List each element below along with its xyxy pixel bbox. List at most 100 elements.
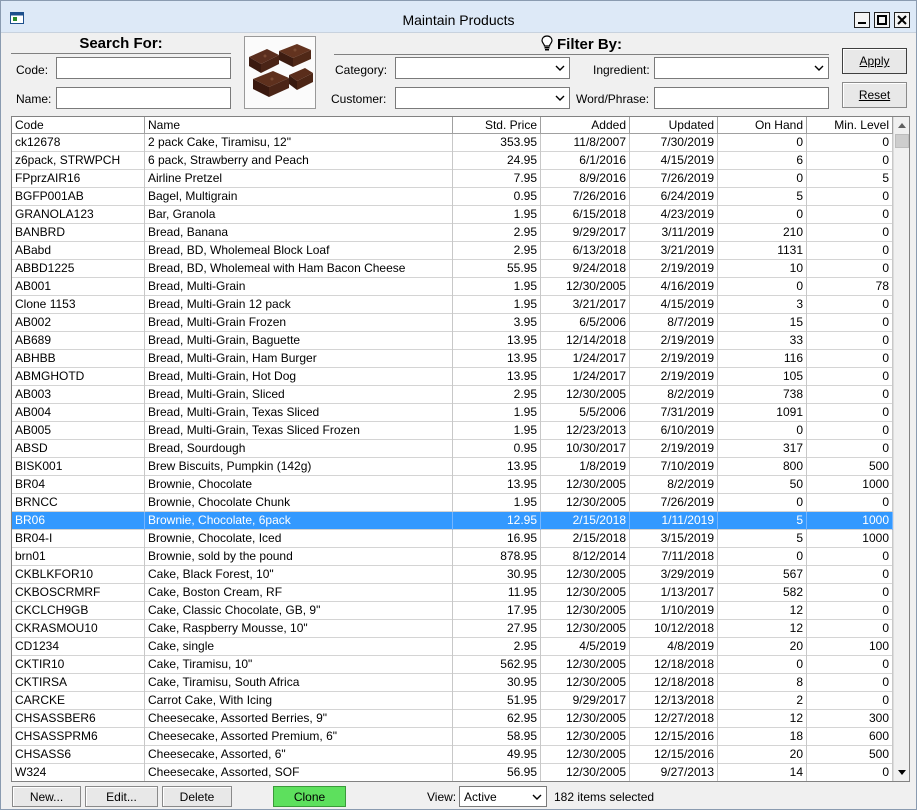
table-row[interactable]: ABabd Bread, BD, Wholemeal Block Loaf 2.95…	[12, 242, 893, 260]
scroll-down-icon[interactable]	[894, 764, 910, 781]
table-row[interactable]: CKTIRSA Cake, Tiramisu, South Africa 30.95…	[12, 674, 893, 692]
table-row[interactable]: BR04 Brownie, Chocolate 13.95 12/30/2005 8/2…	[12, 476, 893, 494]
cell-min-level: 1000	[807, 530, 893, 548]
cell-name: Cake, Classic Chocolate, GB, 9"	[145, 602, 453, 620]
cell-std-price: 17.95	[453, 602, 541, 620]
cell-updated: 3/21/2019	[630, 242, 718, 260]
cell-std-price: 27.95	[453, 620, 541, 638]
column-header-code[interactable]: Code	[12, 117, 145, 134]
cell-std-price: 2.95	[453, 386, 541, 404]
table-row[interactable]: CKBLKFOR10 Cake, Black Forest, 10" 30.95 12…	[12, 566, 893, 584]
cell-code: Clone 1153	[12, 296, 145, 314]
vertical-scrollbar[interactable]	[893, 117, 910, 781]
table-row[interactable]: ck12678 2 pack Cake, Tiramisu, 12" 353.95 1…	[12, 134, 893, 152]
table-row[interactable]: ABMGHOTD Bread, Multi-Grain, Hot Dog 13.95…	[12, 368, 893, 386]
table-row[interactable]: CKCLCH9GB Cake, Classic Chocolate, GB, 9"…	[12, 602, 893, 620]
table-row[interactable]: BR04-I Brownie, Chocolate, Iced 16.95 2/15/…	[12, 530, 893, 548]
table-row[interactable]: AB005 Bread, Multi-Grain, Texas Sliced Fr…	[12, 422, 893, 440]
cell-std-price: 51.95	[453, 692, 541, 710]
column-header-updated[interactable]: Updated	[630, 117, 718, 134]
cell-min-level: 0	[807, 566, 893, 584]
cell-std-price: 2.95	[453, 242, 541, 260]
cell-code: ABBD1225	[12, 260, 145, 278]
table-row[interactable]: z6pack, STRWPCH 6 pack, Strawberry and Pe…	[12, 152, 893, 170]
table-row[interactable]: AB002 Bread, Multi-Grain Frozen 3.95 6/5/20…	[12, 314, 893, 332]
cell-added: 6/15/2018	[541, 206, 630, 224]
table-row[interactable]: BANBRD Bread, Banana 2.95 9/29/2017 3/11/201…	[12, 224, 893, 242]
table-row[interactable]: FPprzAIR16 Airline Pretzel 7.95 8/9/2016 7/2…	[12, 170, 893, 188]
cell-std-price: 30.95	[453, 674, 541, 692]
scroll-thumb[interactable]	[895, 134, 909, 148]
table-row[interactable]: CD1234 Cake, single 2.95 4/5/2019 4/8/2019 20…	[12, 638, 893, 656]
table-row[interactable]: ABHBB Bread, Multi-Grain, Ham Burger 13.95…	[12, 350, 893, 368]
cell-std-price: 3.95	[453, 314, 541, 332]
table-row[interactable]: CARCKE Carrot Cake, With Icing 51.95 9/29/2…	[12, 692, 893, 710]
table-row[interactable]: ABSD Bread, Sourdough 0.95 10/30/2017 2/19/2…	[12, 440, 893, 458]
column-header-min-level[interactable]: Min. Level	[807, 117, 893, 134]
word-phrase-input[interactable]	[654, 87, 829, 109]
table-row[interactable]: CHSASS6 Cheesecake, Assorted, 6" 49.95 12/3…	[12, 746, 893, 764]
cell-added: 6/5/2006	[541, 314, 630, 332]
edit-button[interactable]: Edit...	[85, 786, 158, 807]
cell-added: 9/29/2017	[541, 692, 630, 710]
table-row[interactable]: ABBD1225 Bread, BD, Wholemeal with Ham Ba…	[12, 260, 893, 278]
cell-code: BGFP001AB	[12, 188, 145, 206]
view-select[interactable]: Active	[459, 786, 547, 807]
table-row[interactable]: brn01 Brownie, sold by the pound 878.95 8/1…	[12, 548, 893, 566]
title-bar[interactable]: Maintain Products	[1, 1, 916, 33]
products-table[interactable]: Code Name Std. Price Added Updated On Ha…	[11, 116, 910, 782]
maximize-button[interactable]	[874, 12, 890, 28]
cell-min-level: 0	[807, 224, 893, 242]
table-row[interactable]: W324 Cheesecake, Assorted, SOF 56.95 12/30/…	[12, 764, 893, 781]
code-search-input[interactable]	[56, 57, 231, 79]
cell-added: 12/30/2005	[541, 746, 630, 764]
cell-name: Bread, Banana	[145, 224, 453, 242]
table-row[interactable]: CHSASSPRM6 Cheesecake, Assorted Premium, …	[12, 728, 893, 746]
table-row[interactable]: CKBOSCRMRF Cake, Boston Cream, RF 11.95 12/…	[12, 584, 893, 602]
cell-name: Cheesecake, Assorted Premium, 6"	[145, 728, 453, 746]
table-row[interactable]: Clone 1153 Bread, Multi-Grain 12 pack 1.95…	[12, 296, 893, 314]
reset-button[interactable]: Reset	[842, 82, 907, 108]
maximize-icon	[877, 15, 887, 25]
column-header-on-hand[interactable]: On Hand	[718, 117, 807, 134]
customer-select[interactable]	[395, 87, 570, 109]
cell-std-price: 2.95	[453, 638, 541, 656]
table-row[interactable]: AB004 Bread, Multi-Grain, Texas Sliced 1.9…	[12, 404, 893, 422]
scroll-up-icon[interactable]	[894, 117, 910, 134]
column-header-std-price[interactable]: Std. Price	[453, 117, 541, 134]
table-row[interactable]: CKRASMOU10 Cake, Raspberry Mousse, 10" 27.…	[12, 620, 893, 638]
clone-button[interactable]: Clone	[273, 786, 346, 807]
category-select[interactable]	[395, 57, 570, 79]
cell-on-hand: 0	[718, 422, 807, 440]
cell-added: 12/30/2005	[541, 728, 630, 746]
table-row[interactable]: BRNCC Brownie, Chocolate Chunk 1.95 12/30/2…	[12, 494, 893, 512]
table-row[interactable]: GRANOLA123 Bar, Granola 1.95 6/15/2018 4/23/…	[12, 206, 893, 224]
cell-name: Bread, Multi-Grain, Texas Sliced	[145, 404, 453, 422]
cell-updated: 7/11/2018	[630, 548, 718, 566]
apply-button[interactable]: Apply	[842, 48, 907, 74]
cell-code: CKCLCH9GB	[12, 602, 145, 620]
cell-min-level: 300	[807, 710, 893, 728]
table-row[interactable]: AB001 Bread, Multi-Grain 1.95 12/30/2005 4/1…	[12, 278, 893, 296]
column-header-added[interactable]: Added	[541, 117, 630, 134]
cell-added: 10/30/2017	[541, 440, 630, 458]
table-row[interactable]: AB689 Bread, Multi-Grain, Baguette 13.95 12…	[12, 332, 893, 350]
table-row[interactable]: CHSASSBER6 Cheesecake, Assorted Berries, …	[12, 710, 893, 728]
customer-label: Customer:	[331, 92, 387, 106]
table-row[interactable]: BR06 Brownie, Chocolate, 6pack 12.95 2/15/2…	[12, 512, 893, 530]
delete-button[interactable]: Delete	[162, 786, 232, 807]
cell-on-hand: 1131	[718, 242, 807, 260]
name-search-input[interactable]	[56, 87, 231, 109]
table-row[interactable]: CKTIR10 Cake, Tiramisu, 10" 562.95 12/30/20…	[12, 656, 893, 674]
column-header-name[interactable]: Name	[145, 117, 453, 134]
category-label: Category:	[335, 63, 388, 77]
table-row[interactable]: BGFP001AB Bagel, Multigrain 0.95 7/26/2016 6…	[12, 188, 893, 206]
table-row[interactable]: AB003 Bread, Multi-Grain, Sliced 2.95 12/30…	[12, 386, 893, 404]
table-row[interactable]: BISK001 Brew Biscuits, Pumpkin (142g) 13.9…	[12, 458, 893, 476]
cell-on-hand: 0	[718, 656, 807, 674]
new-button[interactable]: New...	[12, 786, 81, 807]
ingredient-select[interactable]	[654, 57, 829, 79]
minimize-button[interactable]	[854, 12, 870, 28]
cell-min-level: 100	[807, 638, 893, 656]
close-button[interactable]	[894, 12, 910, 28]
